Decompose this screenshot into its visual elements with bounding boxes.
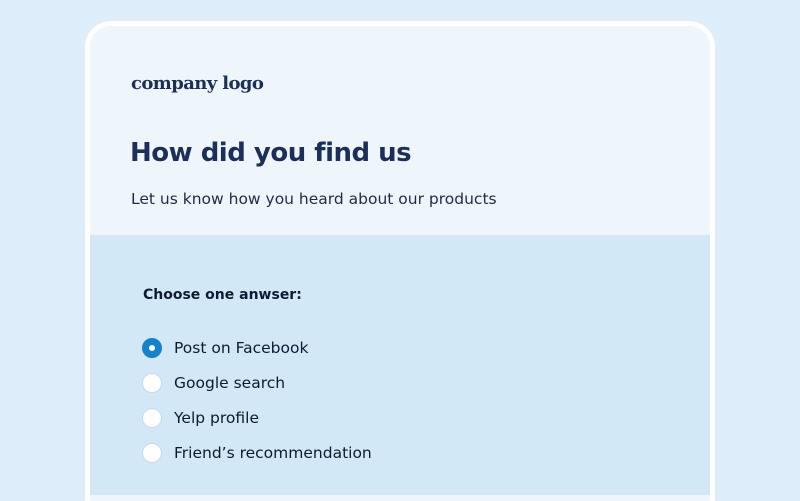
card-header: company logo How did you find us Let us … xyxy=(90,26,710,235)
radio-button-selected[interactable] xyxy=(142,338,162,358)
company-logo: company logo xyxy=(131,73,264,94)
page-subtitle: Let us know how you heard about our prod… xyxy=(131,190,497,208)
option-label: Google search xyxy=(174,374,286,392)
page-title: How did you find us xyxy=(130,138,412,168)
question-section: Choose one anwser: Post on Facebook Goog… xyxy=(90,235,710,495)
option-google-search[interactable]: Google search xyxy=(142,371,285,395)
option-label: Post on Facebook xyxy=(174,339,309,357)
option-label: Friend’s recommendation xyxy=(174,444,372,462)
option-label: Yelp profile xyxy=(174,409,259,427)
survey-card: company logo How did you find us Let us … xyxy=(85,21,715,501)
question-label: Choose one anwser: xyxy=(143,287,302,303)
option-friends-recommendation[interactable]: Friend’s recommendation xyxy=(142,441,372,465)
option-post-on-facebook[interactable]: Post on Facebook xyxy=(142,336,308,360)
radio-button[interactable] xyxy=(142,408,162,428)
radio-button[interactable] xyxy=(142,443,162,463)
radio-button[interactable] xyxy=(142,373,162,393)
option-yelp-profile[interactable]: Yelp profile xyxy=(142,406,259,430)
